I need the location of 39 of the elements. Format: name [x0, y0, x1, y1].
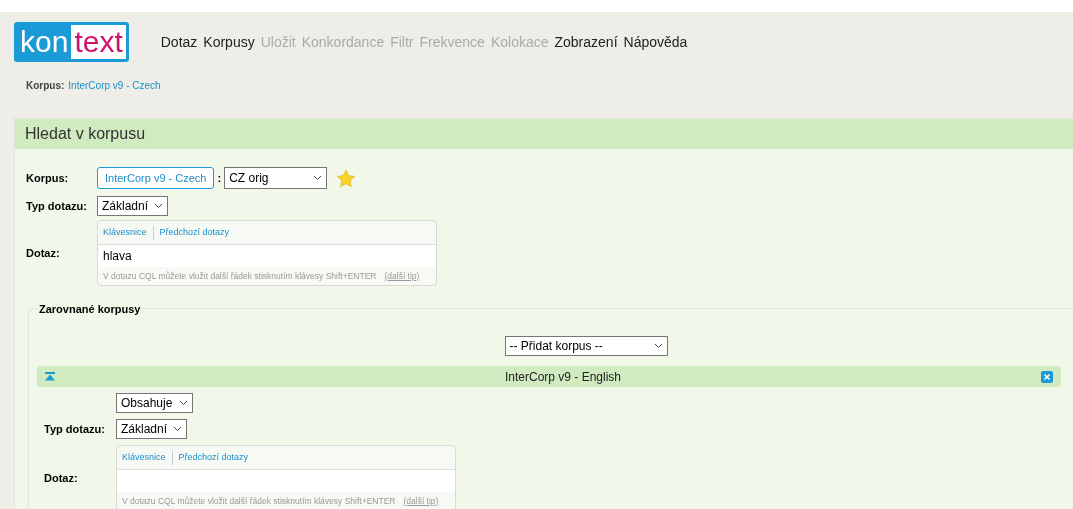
caret-icon	[653, 343, 663, 350]
panel-title: Hledat v korpusu	[25, 124, 146, 144]
breadcrumb-link[interactable]: InterCorp v9 - Czech	[68, 78, 161, 93]
subcorpus-select[interactable]: CZ orig	[224, 167, 328, 189]
close-icon[interactable]	[1041, 370, 1053, 383]
query-tab[interactable]: Předchozí dotazy	[152, 226, 230, 240]
query-type-label: Typ dotazu:	[44, 422, 106, 437]
query-label: Dotaz:	[26, 245, 61, 261]
caret-icon	[179, 400, 188, 407]
add-corpus-select[interactable]: -- Přidat korpus --	[504, 336, 668, 357]
query-type-select[interactable]: Základní	[116, 419, 187, 440]
query-type-label: Typ dotazu:	[26, 198, 88, 214]
query-tab[interactable]: Klávesnice	[122, 451, 166, 465]
query-input[interactable]	[117, 469, 455, 492]
separator: :	[216, 170, 223, 186]
breadcrumb-label: Korpus:	[26, 79, 65, 93]
query-tab[interactable]: Klávesnice	[103, 226, 147, 240]
hint-text: V dotazu CQL můžete vložit další řádek stisknutím klávesy Shift+ENTER	[122, 494, 396, 508]
query-input[interactable]: hlava	[98, 244, 436, 267]
logo[interactable]: kon text	[14, 22, 129, 62]
nav-item[interactable]: Zobrazení	[554, 31, 618, 53]
collapse-icon[interactable]	[45, 372, 55, 382]
query-label: Dotaz:	[44, 471, 79, 487]
corpus-button[interactable]: InterCorp v9 - Czech	[97, 167, 215, 189]
tip-link[interactable]: (další tip)	[384, 269, 420, 283]
corpus-label: Korpus:	[26, 170, 70, 186]
nav-item[interactable]: Dotaz	[160, 31, 198, 53]
tip-link[interactable]: (další tip)	[403, 494, 439, 508]
caret-icon	[313, 175, 323, 181]
query-tab[interactable]: Předchozí dotazy	[171, 451, 249, 465]
query-type-select[interactable]: Základní	[97, 196, 168, 216]
aligned-corpus-name: InterCorp v9 - English	[503, 368, 623, 386]
caret-icon	[154, 203, 163, 209]
star-icon[interactable]	[336, 168, 357, 188]
filter-select[interactable]: Obsahuje	[116, 393, 193, 414]
caret-icon	[173, 426, 182, 433]
nav-item[interactable]: Korpusy	[203, 31, 255, 53]
nav-item[interactable]: Nápověda	[623, 31, 688, 53]
hint-text: V dotazu CQL můžete vložit další řádek stisknutím klávesy Shift+ENTER	[103, 269, 377, 283]
